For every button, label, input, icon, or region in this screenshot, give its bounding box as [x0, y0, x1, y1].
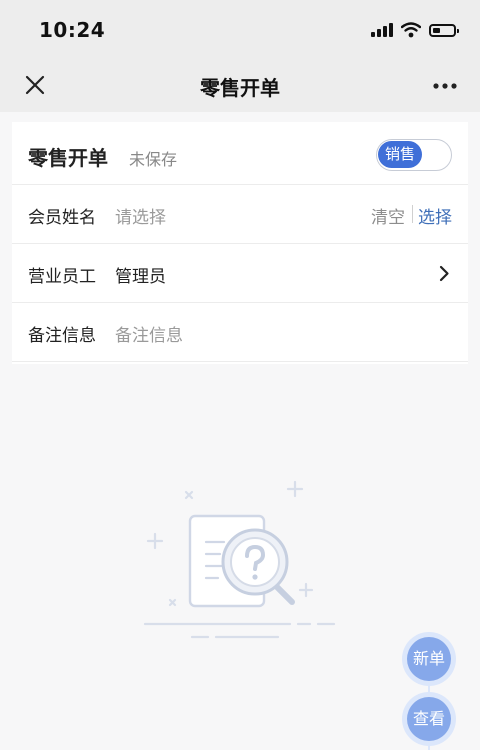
member-label: 会员姓名 — [28, 208, 96, 228]
member-input[interactable]: 请选择 — [115, 203, 166, 228]
fab-connector-tail — [428, 741, 430, 750]
member-row[interactable]: 会员姓名 请选择 清空 选择 — [12, 185, 468, 244]
sale-mode-toggle[interactable]: 销售 — [376, 139, 452, 171]
chevron-right-icon[interactable] — [438, 265, 450, 282]
staff-row[interactable]: 营业员工 管理员 — [12, 244, 468, 303]
fab-connector — [428, 681, 430, 697]
form-title: 零售开单 — [28, 146, 108, 170]
wifi-icon — [401, 22, 421, 38]
remark-row[interactable]: 备注信息 备注信息 — [12, 303, 468, 362]
signal-icon — [371, 23, 393, 37]
save-status: 未保存 — [129, 150, 178, 169]
new-order-button[interactable]: 新单 — [407, 637, 451, 681]
staff-value: 管理员 — [115, 267, 166, 287]
status-icons — [371, 19, 459, 41]
remark-input[interactable]: 备注信息 — [115, 321, 183, 346]
sale-mode-toggle-label: 销售 — [378, 141, 422, 168]
divider — [412, 205, 413, 223]
clear-member-button[interactable]: 清空 — [371, 203, 405, 228]
select-member-button[interactable]: 选择 — [418, 203, 452, 228]
form-card: 零售开单 未保存 销售 会员姓名 请选择 清空 选择 营业员工 管理员 备注信息… — [12, 122, 468, 364]
nav-bar: 零售开单 — [0, 60, 480, 112]
view-orders-button[interactable]: 查看 — [407, 697, 451, 741]
status-bar: 10:24 — [0, 0, 480, 60]
status-time: 10:24 — [39, 18, 106, 42]
page-title: 零售开单 — [200, 76, 280, 100]
remark-label: 备注信息 — [28, 326, 96, 346]
staff-label: 营业员工 — [28, 267, 96, 287]
more-icon[interactable] — [432, 74, 458, 98]
battery-icon — [429, 23, 459, 37]
empty-search-icon — [143, 480, 336, 639]
form-header-row: 零售开单 未保存 销售 — [12, 122, 468, 185]
